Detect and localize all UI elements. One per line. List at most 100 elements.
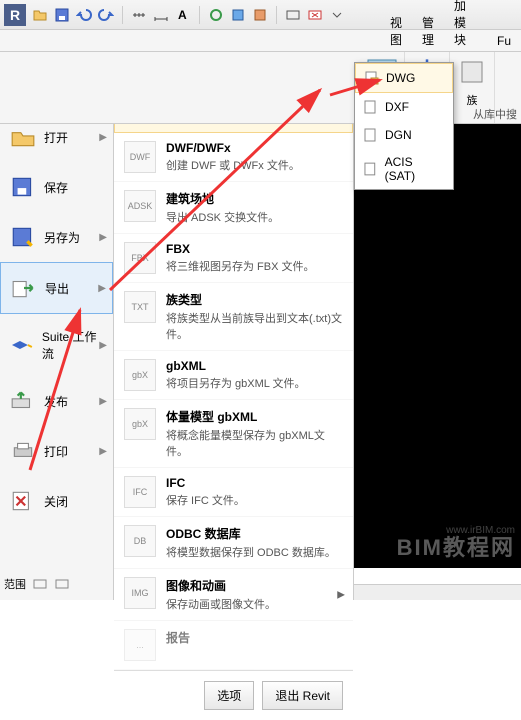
options-button[interactable]: 选项: [204, 681, 254, 710]
sub-item-gbxml[interactable]: gbX gbXML 将项目另存为 gbXML 文件。: [114, 351, 353, 400]
status-label: 范围: [4, 576, 26, 592]
save-icon: [10, 176, 36, 198]
sub-title: 体量模型 gbXML: [166, 408, 343, 425]
dwf-icon: DWF: [124, 141, 156, 173]
sub-item-dwf[interactable]: DWF DWF/DWFx 创建 DWF 或 DWFx 文件。: [114, 133, 353, 182]
dgn-icon: [363, 127, 379, 143]
qat-close-icon[interactable]: [307, 7, 323, 23]
sidebar-item-saveas[interactable]: 另存为 ▶: [0, 212, 113, 262]
suite-icon: [10, 334, 34, 356]
print-icon: [10, 440, 36, 462]
sub-title: 报告: [166, 629, 343, 646]
mass-icon: gbX: [124, 408, 156, 440]
app-icon[interactable]: R: [4, 4, 26, 26]
more-icon: ...: [124, 629, 156, 661]
qat-dim-icon[interactable]: [153, 7, 169, 23]
sidebar-item-print[interactable]: 打印 ▶: [0, 426, 113, 476]
sub-item-fbx[interactable]: FBX FBX 将三维视图另存为 FBX 文件。: [114, 234, 353, 283]
tab-view[interactable]: 视图: [380, 11, 412, 51]
sub-title: FBX: [166, 242, 343, 256]
odbc-icon: DB: [124, 525, 156, 557]
dwg-icon: [364, 70, 380, 86]
qat-sync-icon[interactable]: [208, 7, 224, 23]
sub-item-mass[interactable]: gbX 体量模型 gbXML 将概念能量模型保存为 gbXML文件。: [114, 400, 353, 468]
sidebar-item-label: 导出: [45, 280, 69, 297]
qat-redo-icon[interactable]: [98, 7, 114, 23]
publish-icon: [10, 390, 36, 412]
status-bar: 折叠… 范围: [4, 576, 70, 592]
sub-title: 族类型: [166, 291, 343, 308]
qat-undo-icon[interactable]: [76, 7, 92, 23]
qat-save-icon[interactable]: [54, 7, 70, 23]
tab-fu[interactable]: Fu: [487, 31, 521, 51]
sidebar-item-label: Suite 工作流: [42, 328, 103, 362]
fbx-icon: FBX: [124, 242, 156, 274]
site-icon: ADSK: [124, 190, 156, 222]
tab-addins[interactable]: 附加模块: [444, 0, 487, 51]
sidebar-item-close[interactable]: 关闭: [0, 476, 113, 526]
sub-item-famtype[interactable]: TXT 族类型 将族类型从当前族导出到文本(.txt)文件。: [114, 283, 353, 351]
sidebar-item-label: 关闭: [44, 493, 68, 510]
qat-open-icon[interactable]: [32, 7, 48, 23]
qat-switch-icon[interactable]: [285, 7, 301, 23]
sub-item-site[interactable]: ADSK 建筑场地 导出 ADSK 交换文件。: [114, 182, 353, 234]
sub-item-more[interactable]: ... 报告: [114, 621, 353, 670]
sidebar-item-label: 保存: [44, 179, 68, 196]
qat-filter2-icon[interactable]: [252, 7, 268, 23]
sidebar-item-publish[interactable]: 发布 ▶: [0, 376, 113, 426]
fly-label: ACIS (SAT): [385, 155, 445, 183]
sidebar-item-label: 另存为: [44, 229, 80, 246]
sub-title: gbXML: [166, 359, 343, 373]
fly-item-dgn[interactable]: DGN: [355, 121, 453, 149]
sidebar-item-save[interactable]: 保存: [0, 162, 113, 212]
sub-item-ifc[interactable]: IFC IFC 保存 IFC 文件。: [114, 468, 353, 517]
open-icon: [10, 126, 36, 148]
sub-title: 建筑场地: [166, 190, 343, 207]
sub-desc: 将概念能量模型保存为 gbXML文件。: [166, 427, 343, 459]
qat-dropdown-icon[interactable]: [329, 7, 345, 23]
exit-revit-button[interactable]: 退出 Revit: [262, 681, 343, 710]
qat-text-icon[interactable]: A: [175, 7, 191, 23]
sidebar-item-suite[interactable]: Suite 工作流 ▶: [0, 314, 113, 376]
sub-desc: 将项目另存为 gbXML 文件。: [166, 375, 343, 391]
sidebar-item-label: 发布: [44, 393, 68, 410]
sub-desc: 将三维视图另存为 FBX 文件。: [166, 258, 343, 274]
fly-item-sat[interactable]: ACIS (SAT): [355, 149, 453, 189]
chevron-right-icon: ▶: [337, 589, 345, 600]
ribbon-tabs: 视图 管理 附加模块 Fu: [0, 30, 521, 52]
qat-separator: [199, 6, 200, 24]
sub-title: IFC: [166, 476, 343, 490]
sidebar-item-label: 打印: [44, 443, 68, 460]
qat-separator: [122, 6, 123, 24]
sidebar-item-export[interactable]: 导出 ▶: [0, 262, 113, 314]
sub-desc: 保存动画或图像文件。: [166, 596, 343, 612]
chevron-right-icon: ▶: [99, 446, 107, 457]
tab-manage[interactable]: 管理: [412, 11, 444, 51]
drawing-canvas[interactable]: www.irBIM.com BIM教程网: [354, 124, 521, 568]
fly-item-dwg[interactable]: DWG: [355, 63, 453, 93]
chevron-right-icon: ▶: [99, 396, 107, 407]
qat-measure-icon[interactable]: [131, 7, 147, 23]
svg-text:A: A: [178, 8, 187, 22]
chevron-right-icon: ▶: [99, 132, 107, 143]
sub-title: DWF/DWFx: [166, 141, 343, 155]
sub-item-odbc[interactable]: DB ODBC 数据库 将模型数据保存到 ODBC 数据库。: [114, 517, 353, 569]
gbxml-icon: gbX: [124, 359, 156, 391]
sub-desc: 将模型数据保存到 ODBC 数据库。: [166, 544, 343, 560]
fly-label: DWG: [386, 71, 415, 85]
status-icon2[interactable]: [54, 576, 70, 592]
watermark-text: BIM教程网: [397, 530, 515, 562]
status-icon1[interactable]: [32, 576, 48, 592]
fly-item-dxf[interactable]: DXF: [355, 93, 453, 121]
sub-item-imganim[interactable]: IMG 图像和动画 保存动画或图像文件。 ▶: [114, 569, 353, 621]
sub-title: 图像和动画: [166, 577, 343, 594]
qat-filter-icon[interactable]: [230, 7, 246, 23]
sub-desc: 导出 ADSK 交换文件。: [166, 209, 343, 225]
qat-separator: [276, 6, 277, 24]
ribbon-search-label: 从库中搜: [473, 106, 517, 122]
submenu-footer: 选项 退出 Revit: [114, 670, 353, 720]
canvas-scrollbar[interactable]: [354, 584, 521, 600]
famtype-icon: TXT: [124, 291, 156, 323]
sub-desc: 创建 DWF 或 DWFx 文件。: [166, 157, 343, 173]
fly-label: DGN: [385, 128, 412, 142]
